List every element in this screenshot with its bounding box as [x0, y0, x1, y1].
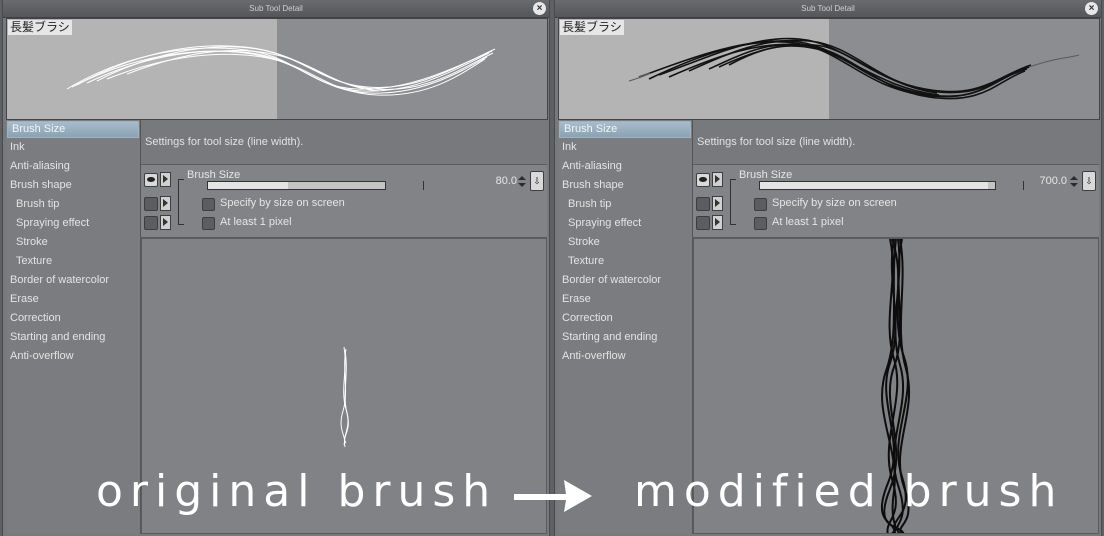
spin-up-icon[interactable] — [1070, 176, 1078, 180]
brush-size-settings: Brush Size 80.0 ⇩ Specify by size on scr… — [141, 164, 547, 238]
preview-stroke — [628, 37, 1080, 100]
category-item-correction[interactable]: Correction — [6, 309, 140, 328]
eye-icon[interactable] — [696, 173, 710, 187]
category-item-anti-overflow[interactable]: Anti-overflow — [558, 347, 692, 366]
row-toggle-checkbox[interactable] — [696, 197, 710, 211]
brush-size-value[interactable]: 700.0 — [1027, 175, 1067, 187]
close-icon[interactable]: × — [1085, 2, 1098, 15]
eye-icon[interactable] — [144, 173, 158, 187]
caption-modified: modified brush — [634, 466, 1064, 517]
close-icon[interactable]: × — [533, 2, 546, 15]
brush-size-value[interactable]: 80.0 — [477, 175, 517, 187]
brush-preview: 長髪ブラシ — [558, 18, 1100, 120]
spin-down-icon[interactable] — [518, 183, 526, 187]
specify-by-size-label: Specify by size on screen — [772, 197, 897, 209]
expand-triangle-icon[interactable] — [160, 196, 171, 211]
expand-triangle-icon[interactable] — [712, 196, 723, 211]
preview-stroke — [66, 45, 496, 96]
expand-triangle-icon[interactable] — [712, 215, 723, 230]
row-toggle-checkbox[interactable] — [144, 216, 158, 230]
category-item-border-of-watercolor[interactable]: Border of watercolor — [558, 271, 692, 290]
category-item-anti-overflow[interactable]: Anti-overflow — [6, 347, 140, 366]
category-item-erase[interactable]: Erase — [6, 290, 140, 309]
brush-size-slider-fill — [760, 182, 988, 189]
window-title: Sub Tool Detail — [249, 4, 303, 13]
at-least-1-pixel-label: At least 1 pixel — [220, 216, 292, 228]
expand-triangle-icon[interactable] — [160, 172, 171, 187]
expand-triangle-icon[interactable] — [160, 215, 171, 230]
category-item-anti-aliasing[interactable]: Anti-aliasing — [558, 157, 692, 176]
category-item-correction[interactable]: Correction — [558, 309, 692, 328]
category-item-erase[interactable]: Erase — [558, 290, 692, 309]
brush-size-settings: Brush Size 700.0 ⇩ Specify by size on sc… — [693, 164, 1099, 238]
category-item-stroke[interactable]: Stroke — [558, 233, 692, 252]
category-item-spraying-effect[interactable]: Spraying effect — [558, 214, 692, 233]
category-description: Settings for tool size (line width). — [697, 136, 856, 148]
expand-triangle-icon[interactable] — [712, 172, 723, 187]
brush-size-label: Brush Size — [187, 169, 241, 181]
pressure-icon[interactable]: ⇩ — [1082, 171, 1096, 191]
pressure-icon[interactable]: ⇩ — [530, 171, 544, 191]
brush-preview: 長髪ブラシ — [6, 18, 548, 120]
category-item-brush-shape[interactable]: Brush shape — [558, 176, 692, 195]
sub-tool-detail-panel-modified: Sub Tool Detail × 長髪ブラシ Brush Size Ink Ant… — [554, 0, 1102, 536]
preset-name-label: 長髪ブラシ — [560, 20, 624, 35]
category-item-texture[interactable]: Texture — [558, 252, 692, 271]
brush-size-slider[interactable] — [207, 181, 386, 190]
right-arrow-icon — [514, 480, 592, 512]
window-title: Sub Tool Detail — [801, 4, 855, 13]
category-item-brush-size[interactable]: Brush Size — [559, 121, 691, 138]
category-item-anti-aliasing[interactable]: Anti-aliasing — [6, 157, 140, 176]
specify-by-size-checkbox[interactable] — [754, 198, 767, 211]
specify-by-size-label: Specify by size on screen — [220, 197, 345, 209]
preset-name-label: 長髪ブラシ — [8, 20, 72, 35]
category-item-ink[interactable]: Ink — [558, 138, 692, 157]
category-item-starting-and-ending[interactable]: Starting and ending — [558, 328, 692, 347]
category-item-stroke[interactable]: Stroke — [6, 233, 140, 252]
category-item-spraying-effect[interactable]: Spraying effect — [6, 214, 140, 233]
window-titlebar: Sub Tool Detail × — [555, 0, 1101, 18]
category-item-brush-size[interactable]: Brush Size — [7, 121, 139, 138]
category-item-texture[interactable]: Texture — [6, 252, 140, 271]
category-item-starting-and-ending[interactable]: Starting and ending — [6, 328, 140, 347]
at-least-1-pixel-checkbox[interactable] — [754, 217, 767, 230]
row-toggle-checkbox[interactable] — [696, 216, 710, 230]
category-item-brush-shape[interactable]: Brush shape — [6, 176, 140, 195]
brush-size-slider-fill — [208, 182, 288, 189]
brush-size-slider[interactable] — [759, 181, 996, 190]
category-description: Settings for tool size (line width). — [145, 136, 304, 148]
category-item-ink[interactable]: Ink — [6, 138, 140, 157]
spin-down-icon[interactable] — [1070, 183, 1078, 187]
at-least-1-pixel-checkbox[interactable] — [202, 217, 215, 230]
at-least-1-pixel-label: At least 1 pixel — [772, 216, 844, 228]
category-item-brush-tip[interactable]: Brush tip — [6, 195, 140, 214]
window-titlebar: Sub Tool Detail × — [3, 0, 549, 18]
category-item-border-of-watercolor[interactable]: Border of watercolor — [6, 271, 140, 290]
sub-tool-detail-panel-original: Sub Tool Detail × 長髪ブラシ Brush Size Ink Ant… — [2, 0, 550, 536]
spin-up-icon[interactable] — [518, 176, 526, 180]
brush-size-label: Brush Size — [739, 169, 793, 181]
category-item-brush-tip[interactable]: Brush tip — [558, 195, 692, 214]
caption-original: original brush — [96, 466, 498, 517]
specify-by-size-checkbox[interactable] — [202, 198, 215, 211]
row-toggle-checkbox[interactable] — [144, 197, 158, 211]
